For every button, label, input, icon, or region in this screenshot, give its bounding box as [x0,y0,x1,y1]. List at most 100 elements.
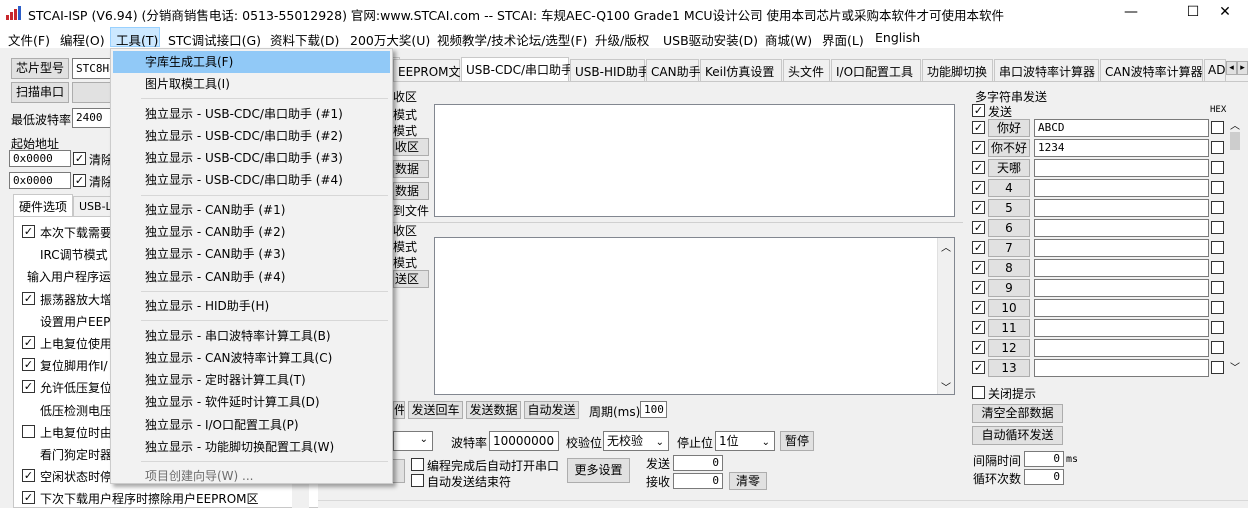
start-address-field-1[interactable]: 0x0000 [9,150,71,167]
tools-menu-item[interactable]: 独立显示 - 功能脚切换配置工具(W) [113,436,390,458]
menu-english[interactable]: English [875,30,920,45]
multi-row-checkbox[interactable]: ✓ [972,141,985,154]
tools-menu-item[interactable]: 独立显示 - CAN助手 (#3) [113,243,390,265]
tab-eeprom-file[interactable]: EEPROM文件 [393,59,473,81]
tab-io-config[interactable]: I/O口配置工具 [831,59,921,81]
multi-row-hex-checkbox[interactable] [1211,121,1224,134]
send-return-button[interactable]: 发送回车 [408,401,463,419]
hw-option-checkbox[interactable]: ✓ [22,469,35,483]
clear-recv-button[interactable]: 收区 [393,138,429,156]
multi-row-text-field[interactable]: ABCD [1034,119,1209,137]
multi-row-send-button[interactable]: 12 [988,339,1030,357]
stopbit-select[interactable]: 1位 ⌄ [715,431,775,451]
multi-row-text-field[interactable] [1034,299,1209,317]
multi-row-checkbox[interactable]: ✓ [972,261,985,274]
multi-row-send-button[interactable]: 9 [988,279,1030,297]
clear-checkbox-2[interactable]: ✓ [73,174,86,187]
scroll-down-icon[interactable]: ﹀ [1230,359,1240,374]
scroll-thumb[interactable] [1230,132,1240,150]
minimize-button[interactable]: — [1108,0,1154,26]
menu-file[interactable]: 文件(F) [8,30,50,49]
more-settings-button[interactable]: 更多设置 [567,458,630,483]
multi-row-hex-checkbox[interactable] [1211,281,1224,294]
tools-menu-item[interactable]: 独立显示 - CAN助手 (#1) [113,199,390,221]
multi-row-send-button[interactable]: 你不好 [988,139,1030,157]
multi-row-text-field[interactable] [1034,239,1209,257]
multi-row-checkbox[interactable]: ✓ [972,241,985,254]
multi-row-checkbox[interactable]: ✓ [972,281,985,294]
tab-pin-switch[interactable]: 功能脚切换 [922,59,993,81]
clear-send-button[interactable]: 送区 [393,270,429,288]
auto-open-port-checkbox[interactable] [411,458,424,471]
min-baud-select[interactable]: 2400 [72,108,112,128]
tools-menu-item[interactable]: 独立显示 - USB-CDC/串口助手 (#3) [113,147,390,169]
port-select-partial[interactable]: ⌄ [393,431,433,451]
tools-menu-item[interactable]: 独立显示 - 串口波特率计算工具(B) [113,325,390,347]
menu-shop[interactable]: 商城(W) [765,30,812,49]
tab-usb-cdc-serial[interactable]: USB-CDC/串口助手 [461,57,573,81]
tools-menu-item[interactable]: 独立显示 - USB-CDC/串口助手 (#4) [113,169,390,191]
tools-menu-item[interactable]: 独立显示 - USB-CDC/串口助手 (#2) [113,125,390,147]
hw-option-checkbox[interactable]: ✓ [22,380,35,394]
copy-recv-button[interactable]: 数据 [393,182,429,200]
send-textarea[interactable] [434,237,955,395]
multi-row-hex-checkbox[interactable] [1211,161,1224,174]
multi-row-send-button[interactable]: 8 [988,259,1030,277]
tab-scroll-left[interactable]: ◂ [1226,61,1237,75]
parity-select[interactable]: 无校验 ⌄ [603,431,669,451]
tab-can[interactable]: CAN助手 [646,59,701,81]
loop-count-field[interactable]: 0 [1024,469,1064,485]
tab-header-file[interactable]: 头文件 [783,59,830,81]
multi-row-checkbox[interactable]: ✓ [972,181,985,194]
multi-row-checkbox[interactable]: ✓ [972,201,985,214]
tools-menu-item[interactable]: 独立显示 - I/O口配置工具(P) [113,414,390,436]
scroll-up-icon[interactable]: ︿ [941,239,951,254]
scroll-down-icon[interactable]: ﹀ [941,379,951,394]
menu-upgrade[interactable]: 升级/版权 [595,30,649,49]
menu-prize[interactable]: 200万大奖(U) [350,30,430,49]
tab-usb-link[interactable]: USB-L [73,196,113,216]
menu-usb-driver[interactable]: USB驱动安装(D) [663,30,758,49]
period-field[interactable]: 100 [640,401,667,418]
multi-send-scrollbar[interactable]: ︿ ﹀ [1227,117,1244,374]
clear-all-data-button[interactable]: 清空全部数据 [972,404,1063,423]
multi-row-send-button[interactable]: 13 [988,359,1030,377]
hw-option-checkbox[interactable]: ✓ [22,358,35,372]
multi-row-checkbox[interactable]: ✓ [972,321,985,334]
multi-row-send-button[interactable]: 7 [988,239,1030,257]
hw-option-checkbox[interactable]: ✓ [22,291,35,305]
multi-row-send-button[interactable]: 10 [988,299,1030,317]
scroll-up-icon[interactable]: ︿ [1230,117,1240,132]
multi-row-hex-checkbox[interactable] [1211,341,1224,354]
close-button[interactable]: ✕ [1202,0,1248,26]
chip-model-button[interactable]: 芯片型号 [11,58,69,79]
multi-row-text-field[interactable] [1034,259,1209,277]
multi-row-text-field[interactable] [1034,219,1209,237]
tools-menu-item[interactable]: 独立显示 - CAN助手 (#4) [113,266,390,288]
menu-ui[interactable]: 界面(L) [822,30,864,49]
tab-scroll-right[interactable]: ▸ [1237,61,1248,75]
tools-menu-item[interactable]: 图片取模工具(I) [113,73,390,95]
tab-keil-sim[interactable]: Keil仿真设置 [700,59,782,81]
multi-row-text-field[interactable] [1034,319,1209,337]
multi-row-text-field[interactable] [1034,159,1209,177]
send-scrollbar[interactable]: ︿ ﹀ [937,238,954,394]
tools-menu-item[interactable]: 独立显示 - CAN波特率计算工具(C) [113,347,390,369]
multi-row-hex-checkbox[interactable] [1211,261,1224,274]
multi-row-text-field[interactable] [1034,179,1209,197]
hw-option-checkbox[interactable]: ✓ [22,336,35,349]
recv-textarea[interactable] [434,104,955,217]
scan-port-button[interactable]: 扫描串口 [11,82,69,103]
multi-row-hex-checkbox[interactable] [1211,361,1224,374]
multi-row-send-button[interactable]: 5 [988,199,1030,217]
multi-row-hex-checkbox[interactable] [1211,221,1224,234]
tools-menu-item[interactable]: 独立显示 - USB-CDC/串口助手 (#1) [113,103,390,125]
tab-adc[interactable]: ADC [1204,59,1226,81]
close-tip-checkbox[interactable] [972,386,985,399]
hw-option-checkbox[interactable]: ✓ [22,225,35,238]
multi-row-hex-checkbox[interactable] [1211,301,1224,314]
multi-row-hex-checkbox[interactable] [1211,181,1224,194]
hw-option-checkbox[interactable]: ✓ [22,491,35,505]
multi-row-send-button[interactable]: 6 [988,219,1030,237]
interval-field[interactable]: 0 [1024,451,1064,467]
